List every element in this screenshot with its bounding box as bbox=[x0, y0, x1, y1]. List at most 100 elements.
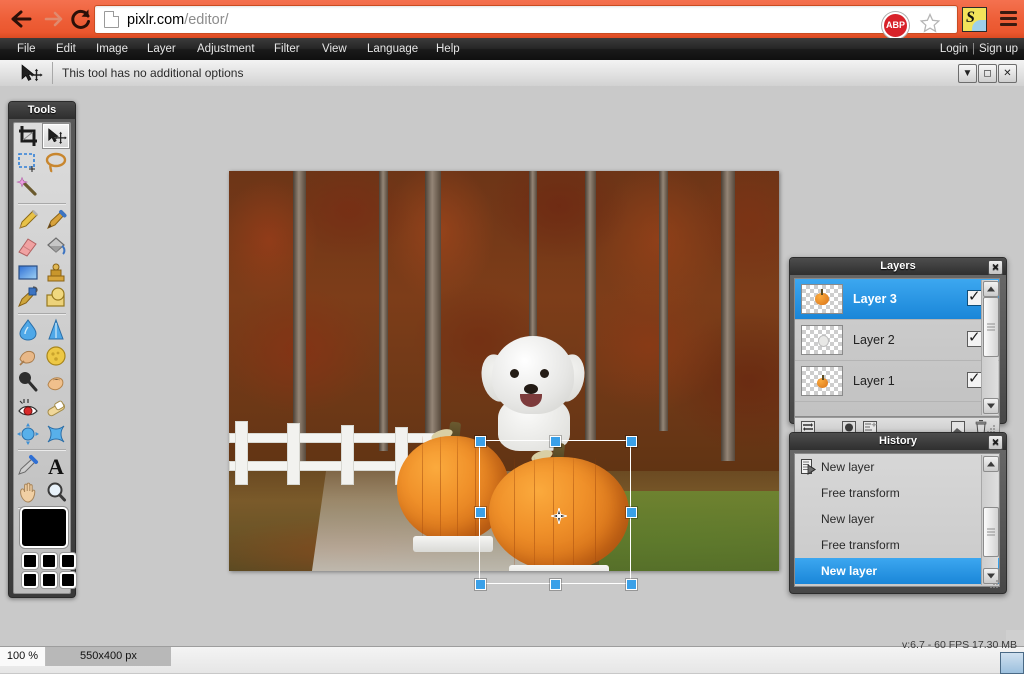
layers-scroll-down-button[interactable] bbox=[983, 398, 999, 414]
history-panel[interactable]: History ✕ New layer Free transform New l… bbox=[789, 432, 1007, 594]
history-row-2[interactable]: Free transform bbox=[795, 459, 999, 506]
marquee-select-tool[interactable] bbox=[14, 149, 42, 175]
signup-link[interactable]: Sign up bbox=[979, 43, 1018, 55]
menu-item-view[interactable]: View bbox=[313, 38, 356, 60]
history-close-icon[interactable]: ✕ bbox=[988, 435, 1003, 450]
back-arrow-icon[interactable] bbox=[8, 7, 36, 31]
color-swatch-5[interactable] bbox=[41, 572, 57, 588]
bookmark-star-icon[interactable] bbox=[919, 12, 941, 34]
layers-panel[interactable]: Layers ✕ Layer 3 Layer 2 Layer 1 bbox=[789, 257, 1007, 438]
color-swatch-2[interactable] bbox=[41, 553, 57, 569]
layers-list[interactable]: Layer 3 Layer 2 Layer 1 bbox=[794, 278, 1000, 417]
transform-handle-bottom-left[interactable] bbox=[475, 579, 486, 590]
zoom-level-field[interactable]: 100 % bbox=[0, 647, 46, 666]
transform-handle-top-right[interactable] bbox=[626, 436, 637, 447]
color-picker-tool[interactable] bbox=[14, 453, 42, 479]
menu-item-language[interactable]: Language bbox=[358, 38, 427, 60]
sharpen-tool[interactable] bbox=[42, 317, 70, 343]
history-row-4[interactable]: Free transform bbox=[795, 459, 999, 558]
zoom-tool[interactable] bbox=[42, 479, 70, 505]
move-tool[interactable] bbox=[42, 123, 70, 149]
transform-handle-bottom-right[interactable] bbox=[626, 579, 637, 590]
color-swatch-1[interactable] bbox=[22, 553, 38, 569]
clone-stamp-tool[interactable] bbox=[42, 259, 70, 285]
transform-handle-middle-right[interactable] bbox=[626, 507, 637, 518]
transform-handle-bottom-center[interactable] bbox=[550, 579, 561, 590]
blur-tool[interactable] bbox=[14, 317, 42, 343]
tool-options-bar: This tool has no additional options ▼ ◻ … bbox=[0, 60, 1024, 87]
transform-handle-top-center[interactable] bbox=[550, 436, 561, 447]
pencil-tool[interactable] bbox=[14, 207, 42, 233]
menu-item-help[interactable]: Help bbox=[427, 38, 469, 60]
menu-item-filter[interactable]: Filter bbox=[265, 38, 309, 60]
history-step-name: New layer bbox=[821, 564, 878, 578]
close-button[interactable]: ✕ bbox=[998, 64, 1017, 83]
type-tool[interactable]: A bbox=[42, 453, 70, 479]
dodge-tool[interactable] bbox=[14, 369, 42, 395]
history-panel-title[interactable]: History ✕ bbox=[790, 433, 1006, 450]
history-row-5[interactable]: New layer bbox=[795, 459, 999, 584]
menu-item-layer[interactable]: Layer bbox=[138, 38, 185, 60]
layers-scrollbar[interactable] bbox=[981, 280, 999, 415]
minimize-button[interactable]: ▼ bbox=[958, 64, 977, 83]
layer-row-3[interactable]: Layer 3 bbox=[795, 279, 999, 320]
hand-tool[interactable] bbox=[14, 479, 42, 505]
hamburger-menu-icon[interactable] bbox=[1000, 11, 1017, 26]
layers-scroll-up-button[interactable] bbox=[983, 281, 999, 297]
sponge-tool[interactable] bbox=[42, 343, 70, 369]
layers-close-icon[interactable]: ✕ bbox=[988, 260, 1003, 275]
history-step-name: New layer bbox=[821, 460, 875, 474]
color-swatch-6[interactable] bbox=[60, 572, 76, 588]
history-row-1[interactable]: New layer bbox=[795, 454, 999, 480]
url-host: pixlr.com bbox=[127, 11, 185, 28]
pinch-tool[interactable] bbox=[42, 421, 70, 447]
pumpkin-right-selected[interactable] bbox=[489, 442, 629, 571]
extension-icon[interactable]: S bbox=[962, 7, 987, 32]
spot-heal-tool[interactable] bbox=[42, 395, 70, 421]
replace-color-tool[interactable] bbox=[14, 285, 42, 311]
transform-handle-top-left[interactable] bbox=[475, 436, 486, 447]
crop-tool[interactable] bbox=[14, 123, 42, 149]
transform-handle-middle-left[interactable] bbox=[475, 507, 486, 518]
tools-panel[interactable]: Tools A bbox=[8, 101, 76, 598]
svg-text:A: A bbox=[48, 454, 64, 479]
history-scroll-thumb[interactable] bbox=[983, 507, 999, 557]
layers-scroll-thumb[interactable] bbox=[983, 297, 999, 357]
history-row-3[interactable]: New layer bbox=[795, 459, 999, 532]
menu-item-edit[interactable]: Edit bbox=[47, 38, 85, 60]
tools-panel-title[interactable]: Tools bbox=[9, 102, 75, 119]
color-swatch-3[interactable] bbox=[60, 553, 76, 569]
reload-icon[interactable] bbox=[68, 7, 94, 31]
gradient-tool[interactable] bbox=[14, 259, 42, 285]
forward-arrow-icon[interactable] bbox=[40, 7, 68, 31]
maximize-button[interactable]: ◻ bbox=[978, 64, 997, 83]
layer-row-1[interactable]: Layer 1 bbox=[795, 361, 999, 402]
history-list[interactable]: New layer Free transform New layer Free … bbox=[794, 453, 1000, 587]
eraser-tool[interactable] bbox=[14, 233, 42, 259]
history-scroll-up-button[interactable] bbox=[983, 456, 999, 472]
wand-select-tool[interactable] bbox=[14, 175, 42, 201]
layers-panel-title[interactable]: Layers ✕ bbox=[790, 258, 1006, 275]
color-swatch-4[interactable] bbox=[22, 572, 38, 588]
login-link[interactable]: Login bbox=[940, 43, 968, 55]
image-canvas[interactable] bbox=[229, 171, 779, 571]
brush-tool[interactable] bbox=[42, 207, 70, 233]
menu-item-file[interactable]: File bbox=[8, 38, 45, 60]
drawing-tool[interactable] bbox=[42, 285, 70, 311]
window-resize-grip[interactable] bbox=[1000, 652, 1024, 674]
bloat-tool[interactable] bbox=[14, 421, 42, 447]
history-scrollbar[interactable] bbox=[981, 455, 999, 585]
transform-pivot-icon[interactable] bbox=[550, 507, 568, 525]
paint-bucket-tool[interactable] bbox=[42, 233, 70, 259]
menu-item-image[interactable]: Image bbox=[87, 38, 137, 60]
url-bar[interactable]: pixlr.com/editor/ ABP bbox=[94, 5, 958, 39]
menu-item-adjustment[interactable]: Adjustment bbox=[188, 38, 264, 60]
lasso-tool[interactable] bbox=[42, 149, 70, 175]
primary-color-swatch[interactable] bbox=[20, 507, 68, 548]
adblock-icon[interactable]: ABP bbox=[882, 12, 909, 39]
history-resize-grip[interactable] bbox=[990, 580, 999, 589]
burn-tool[interactable] bbox=[42, 369, 70, 395]
layer-row-2[interactable]: Layer 2 bbox=[795, 320, 999, 361]
smudge-tool[interactable] bbox=[14, 343, 42, 369]
red-eye-tool[interactable] bbox=[14, 395, 42, 421]
